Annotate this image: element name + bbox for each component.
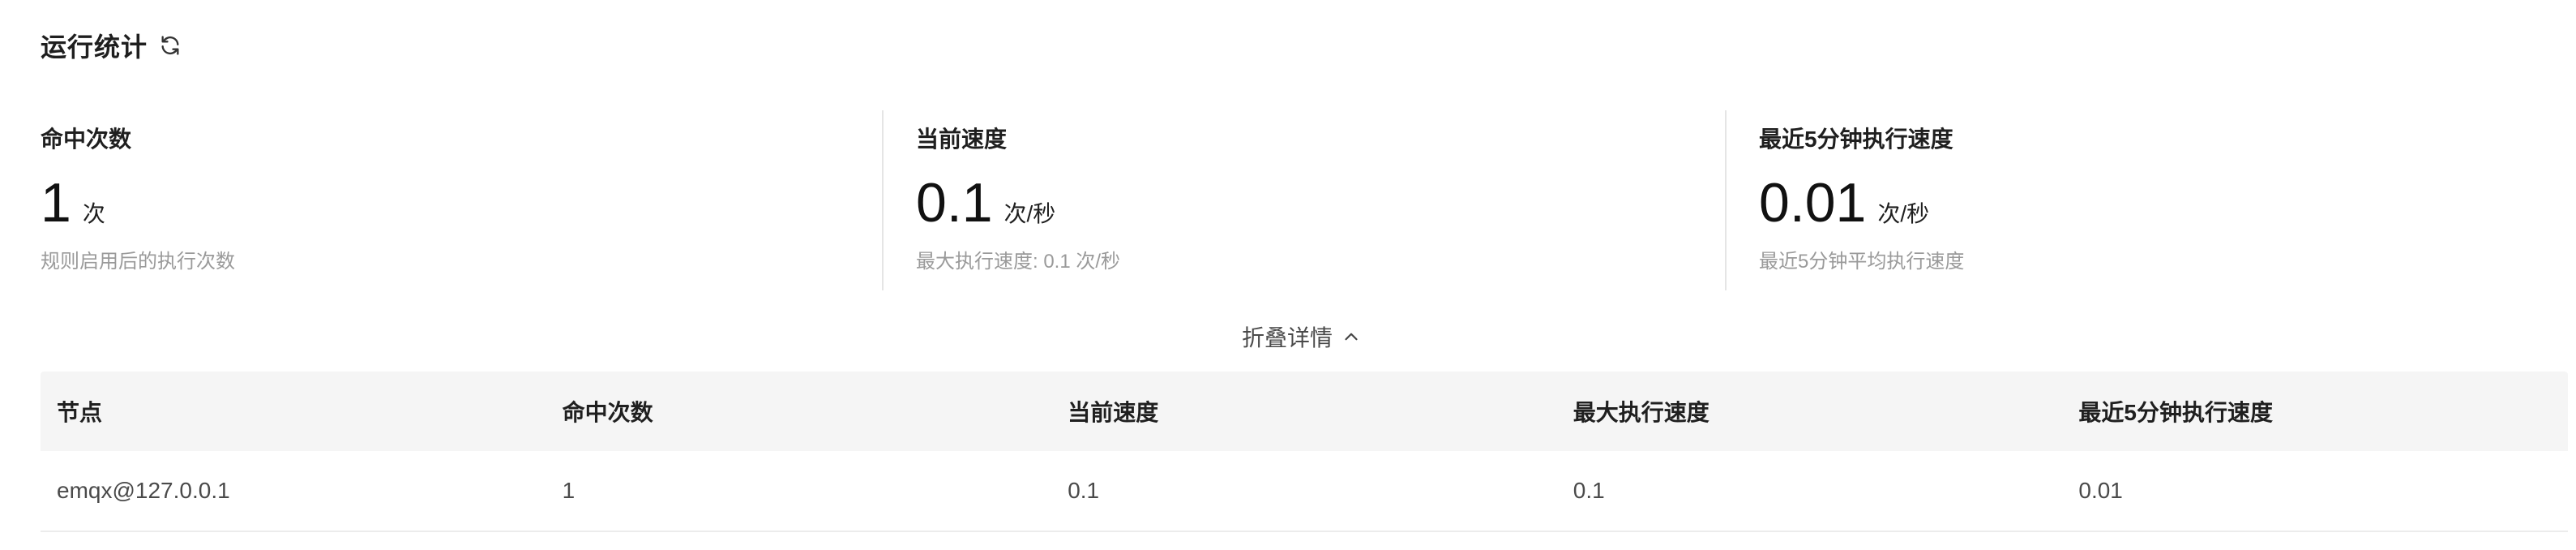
refresh-icon[interactable] — [159, 34, 182, 57]
stat-title: 命中次数 — [41, 127, 132, 152]
stat-unit: 次/秒 — [1003, 201, 1056, 226]
cell-current-speed: 0.1 — [1068, 478, 1100, 503]
table-header: 节点 命中次数 当前速度 最大执行速度 最近5分钟执行速度 — [41, 372, 2568, 451]
section-title: 运行统计 — [41, 32, 148, 62]
stat-hit-count: 命中次数 1 次 规则启用后的执行次数 — [41, 110, 882, 290]
stat-5min-speed: 最近5分钟执行速度 0.01 次/秒 最近5分钟平均执行速度 — [1725, 110, 2568, 290]
stat-value-row: 1 次 — [41, 170, 235, 235]
stat-value-row: 0.01 次/秒 — [1759, 170, 1964, 235]
stat-title: 最近5分钟执行速度 — [1759, 127, 1953, 152]
stat-value: 1 — [41, 172, 71, 234]
stat-title: 当前速度 — [916, 127, 1008, 152]
stat-unit: 次 — [82, 201, 105, 226]
column-header-max-speed: 最大执行速度 — [1573, 400, 1709, 425]
stat-value-row: 0.1 次/秒 — [916, 170, 1120, 235]
collapse-label: 折叠详情 — [1242, 325, 1333, 350]
rule-statistics-panel: 运行统计 命中次数 1 次 规则启用后的执行次数 当前速度 0.1 次/秒 最大… — [0, 0, 2576, 550]
cell-hit-count: 1 — [562, 478, 576, 503]
node-stats-table: 节点 命中次数 当前速度 最大执行速度 最近5分钟执行速度 emqx@127.0… — [41, 372, 2568, 532]
column-header-hit-count: 命中次数 — [562, 400, 653, 425]
section-header: 运行统计 — [41, 26, 182, 65]
stat-value: 0.01 — [1759, 172, 1867, 234]
chevron-up-icon — [1341, 326, 1362, 347]
stat-description: 最近5分钟平均执行速度 — [1759, 251, 1965, 273]
stat-value: 0.1 — [916, 172, 993, 234]
stat-description: 规则启用后的执行次数 — [41, 251, 235, 273]
stat-unit: 次/秒 — [1877, 201, 1930, 226]
table-row: emqx@127.0.0.1 1 0.1 0.1 0.01 — [41, 451, 2568, 532]
stat-description: 最大执行速度: 0.1 次/秒 — [916, 251, 1121, 273]
stat-current-speed: 当前速度 0.1 次/秒 最大执行速度: 0.1 次/秒 — [882, 110, 1725, 290]
cell-node: emqx@127.0.0.1 — [57, 478, 230, 503]
cell-5min-speed: 0.01 — [2078, 478, 2123, 503]
column-header-node: 节点 — [57, 400, 103, 425]
column-header-5min-speed: 最近5分钟执行速度 — [2078, 400, 2273, 425]
stats-row: 命中次数 1 次 规则启用后的执行次数 当前速度 0.1 次/秒 最大执行速度:… — [41, 110, 2568, 290]
collapse-details-button[interactable]: 折叠详情 — [1242, 320, 1362, 353]
column-header-current-speed: 当前速度 — [1068, 400, 1159, 425]
cell-max-speed: 0.1 — [1573, 478, 1605, 503]
